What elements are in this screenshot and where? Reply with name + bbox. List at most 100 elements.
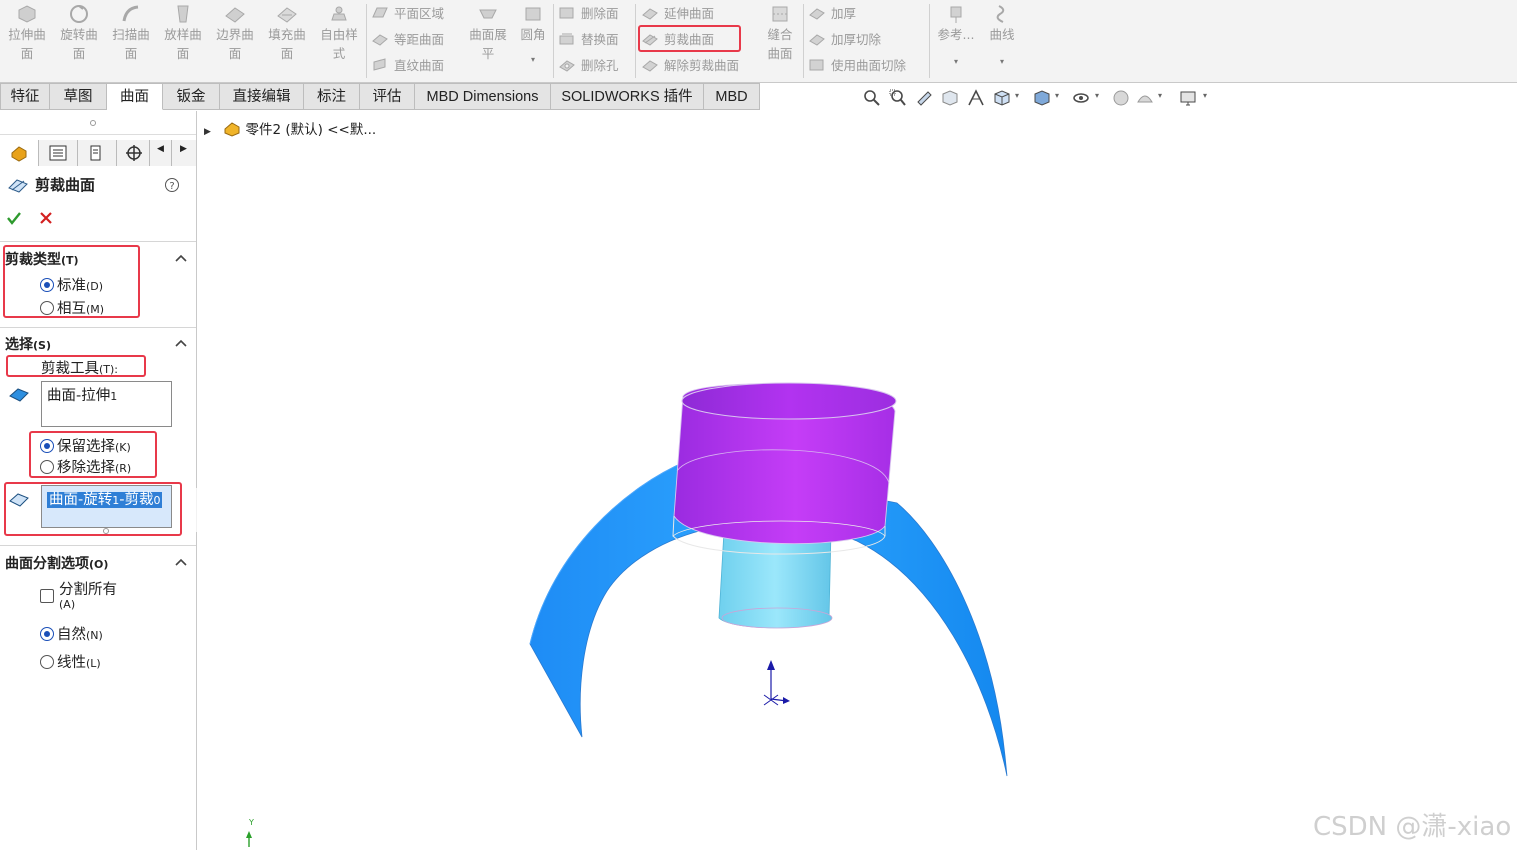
edit-appearance-icon[interactable] [1111, 88, 1131, 108]
tab-evaluate[interactable]: 评估 [360, 83, 415, 110]
tabs-scroll-right[interactable]: ▶ [172, 140, 196, 166]
ok-button[interactable] [6, 210, 22, 226]
collapse-trim-type-icon[interactable] [174, 253, 188, 263]
cut-with-surface-button[interactable]: 使用曲面切除 [808, 55, 906, 77]
view-settings-icon[interactable] [1178, 88, 1198, 108]
radio-natural[interactable] [40, 627, 54, 641]
planar-surface-icon [372, 7, 388, 18]
natural-label: 自然 [57, 627, 86, 643]
display-style-dropdown-icon[interactable]: ▾ [1055, 91, 1059, 100]
help-icon[interactable]: ? [164, 177, 180, 193]
offset-surface-button[interactable]: 等距曲面 [371, 29, 444, 51]
thicken-icon [809, 8, 825, 20]
fillet-dropdown-icon[interactable]: ▾ [514, 50, 552, 69]
collapse-split-options-icon[interactable] [174, 557, 188, 567]
tab-dimxpert-manager[interactable] [117, 140, 150, 166]
thicken-button[interactable]: 加厚 [808, 3, 856, 25]
tab-direct-editing[interactable]: 直接编辑 [220, 83, 304, 110]
command-manager-ribbon: 拉伸曲 面 旋转曲 面 扫描曲 面 放样曲 面 边界曲 面 填充曲 面 自由样 … [0, 0, 1517, 83]
boundary-surface-button[interactable]: 边界曲 面 [209, 4, 261, 76]
display-style-icon[interactable] [1032, 88, 1052, 108]
trim-tool-selection-icon [9, 388, 29, 402]
fillet-button[interactable]: 圆角 ▾ [514, 4, 552, 76]
expand-arrow-icon[interactable]: ▶ [204, 127, 211, 137]
keep-remove-highlight [29, 431, 157, 478]
replace-face-button[interactable]: 替换面 [558, 29, 619, 51]
freeform-button[interactable]: 自由样 式 [313, 4, 365, 76]
ribbon-separator [803, 4, 804, 78]
delete-face-button[interactable]: 删除面 [558, 3, 619, 25]
revolve-surface-button[interactable]: 旋转曲 面 [53, 4, 105, 76]
curves-label: 曲线 [989, 27, 1015, 42]
sweep-surface-button[interactable]: 扫描曲 面 [105, 4, 157, 76]
natural-option[interactable]: 自然(N) [40, 623, 103, 643]
part-icon [224, 122, 240, 137]
reference-dropdown-icon[interactable]: ▾ [933, 52, 979, 71]
split-all-checkbox[interactable] [40, 589, 54, 603]
trim-tool-selection-box[interactable]: 曲面-拉伸1 [41, 381, 172, 427]
tab-mbd-dimensions[interactable]: MBD Dimensions [415, 83, 551, 110]
thickened-cut-button[interactable]: 加厚切除 [808, 29, 881, 51]
part-name-label[interactable]: 零件2 (默认) <<默... [246, 122, 377, 138]
loft-surface-label: 放样曲 面 [164, 27, 202, 61]
view-orientation-icon[interactable] [992, 88, 1012, 108]
split-options-heading[interactable]: 曲面分割选项(O) [5, 553, 108, 573]
dynamic-annotation-icon[interactable] [966, 88, 986, 108]
tab-solidworks-addins[interactable]: SOLIDWORKS 插件 [551, 83, 704, 110]
graphics-area[interactable]: Y [197, 111, 1517, 850]
fill-surface-button[interactable]: 填充曲 面 [261, 4, 313, 76]
linear-option[interactable]: 线性(L) [40, 651, 101, 671]
tab-surfaces[interactable]: 曲面 [107, 83, 163, 110]
view-orientation-dropdown-icon[interactable]: ▾ [1015, 91, 1019, 100]
loft-surface-button[interactable]: 放样曲 面 [157, 4, 209, 76]
linear-key: (L) [86, 657, 101, 670]
reference-geometry-label: 参考... [937, 27, 975, 42]
apply-scene-icon[interactable] [1135, 88, 1155, 108]
zoom-to-area-icon[interactable] [888, 88, 908, 108]
curves-dropdown-icon[interactable]: ▾ [979, 52, 1025, 71]
freeform-icon [331, 6, 347, 21]
zoom-to-fit-icon[interactable] [862, 88, 882, 108]
previous-view-icon[interactable] [914, 88, 934, 108]
sweep-surface-label: 扫描曲 面 [112, 27, 150, 61]
hide-show-items-icon[interactable] [1071, 88, 1091, 108]
delete-hole-button[interactable]: 删除孔 [558, 55, 619, 77]
tab-feature-manager[interactable] [0, 140, 39, 166]
model-canvas[interactable] [197, 111, 1517, 850]
untrim-surface-button[interactable]: 解除剪裁曲面 [641, 55, 739, 77]
property-manager-panel [0, 111, 197, 850]
panel-splitter[interactable] [0, 115, 196, 135]
apply-scene-dropdown-icon[interactable]: ▾ [1158, 91, 1162, 100]
extrude-surface-button[interactable]: 拉伸曲 面 [1, 4, 53, 76]
tab-markup[interactable]: 标注 [304, 83, 360, 110]
extend-surface-button[interactable]: 延伸曲面 [641, 3, 714, 25]
extend-surface-label: 延伸曲面 [664, 6, 715, 21]
tab-mbd[interactable]: MBD [704, 83, 760, 110]
pieces-highlight [4, 482, 182, 536]
watermark: CSDN @潇-xiao [1313, 812, 1512, 842]
view-settings-dropdown-icon[interactable]: ▾ [1203, 91, 1207, 100]
splitter-handle-icon[interactable] [90, 120, 96, 126]
knit-surface-button[interactable]: 缝合 曲面 [757, 4, 803, 76]
tab-property-manager[interactable] [39, 140, 78, 166]
curves-button[interactable]: 曲线 ▾ [979, 4, 1025, 76]
flatten-surface-button[interactable]: 曲面展 平 [462, 4, 514, 76]
tab-configuration-manager[interactable] [78, 140, 117, 166]
hide-show-dropdown-icon[interactable]: ▾ [1095, 91, 1099, 100]
tab-sheet-metal[interactable]: 钣金 [163, 83, 220, 110]
collapse-selections-icon[interactable] [174, 338, 188, 348]
split-all-label: 分割所有 [59, 582, 117, 598]
tab-features[interactable]: 特征 [0, 83, 50, 110]
cancel-button[interactable] [38, 210, 54, 226]
trim-tool-value[interactable]: 曲面-拉伸 [47, 388, 110, 404]
reference-geometry-button[interactable]: 参考... ▾ [933, 4, 979, 76]
selections-heading[interactable]: 选择(S) [5, 334, 51, 354]
tabs-scroll-left[interactable]: ◀ [150, 140, 172, 166]
feature-tree-flyout[interactable]: ▶ 零件2 (默认) <<默... [204, 118, 376, 138]
radio-linear[interactable] [40, 655, 54, 669]
property-manager-title: 剪裁曲面 [35, 176, 96, 194]
tab-sketch[interactable]: 草图 [50, 83, 107, 110]
section-view-icon[interactable] [940, 88, 960, 108]
planar-surface-button[interactable]: 平面区域 [371, 3, 444, 25]
ruled-surface-button[interactable]: 直纹曲面 [371, 55, 444, 77]
